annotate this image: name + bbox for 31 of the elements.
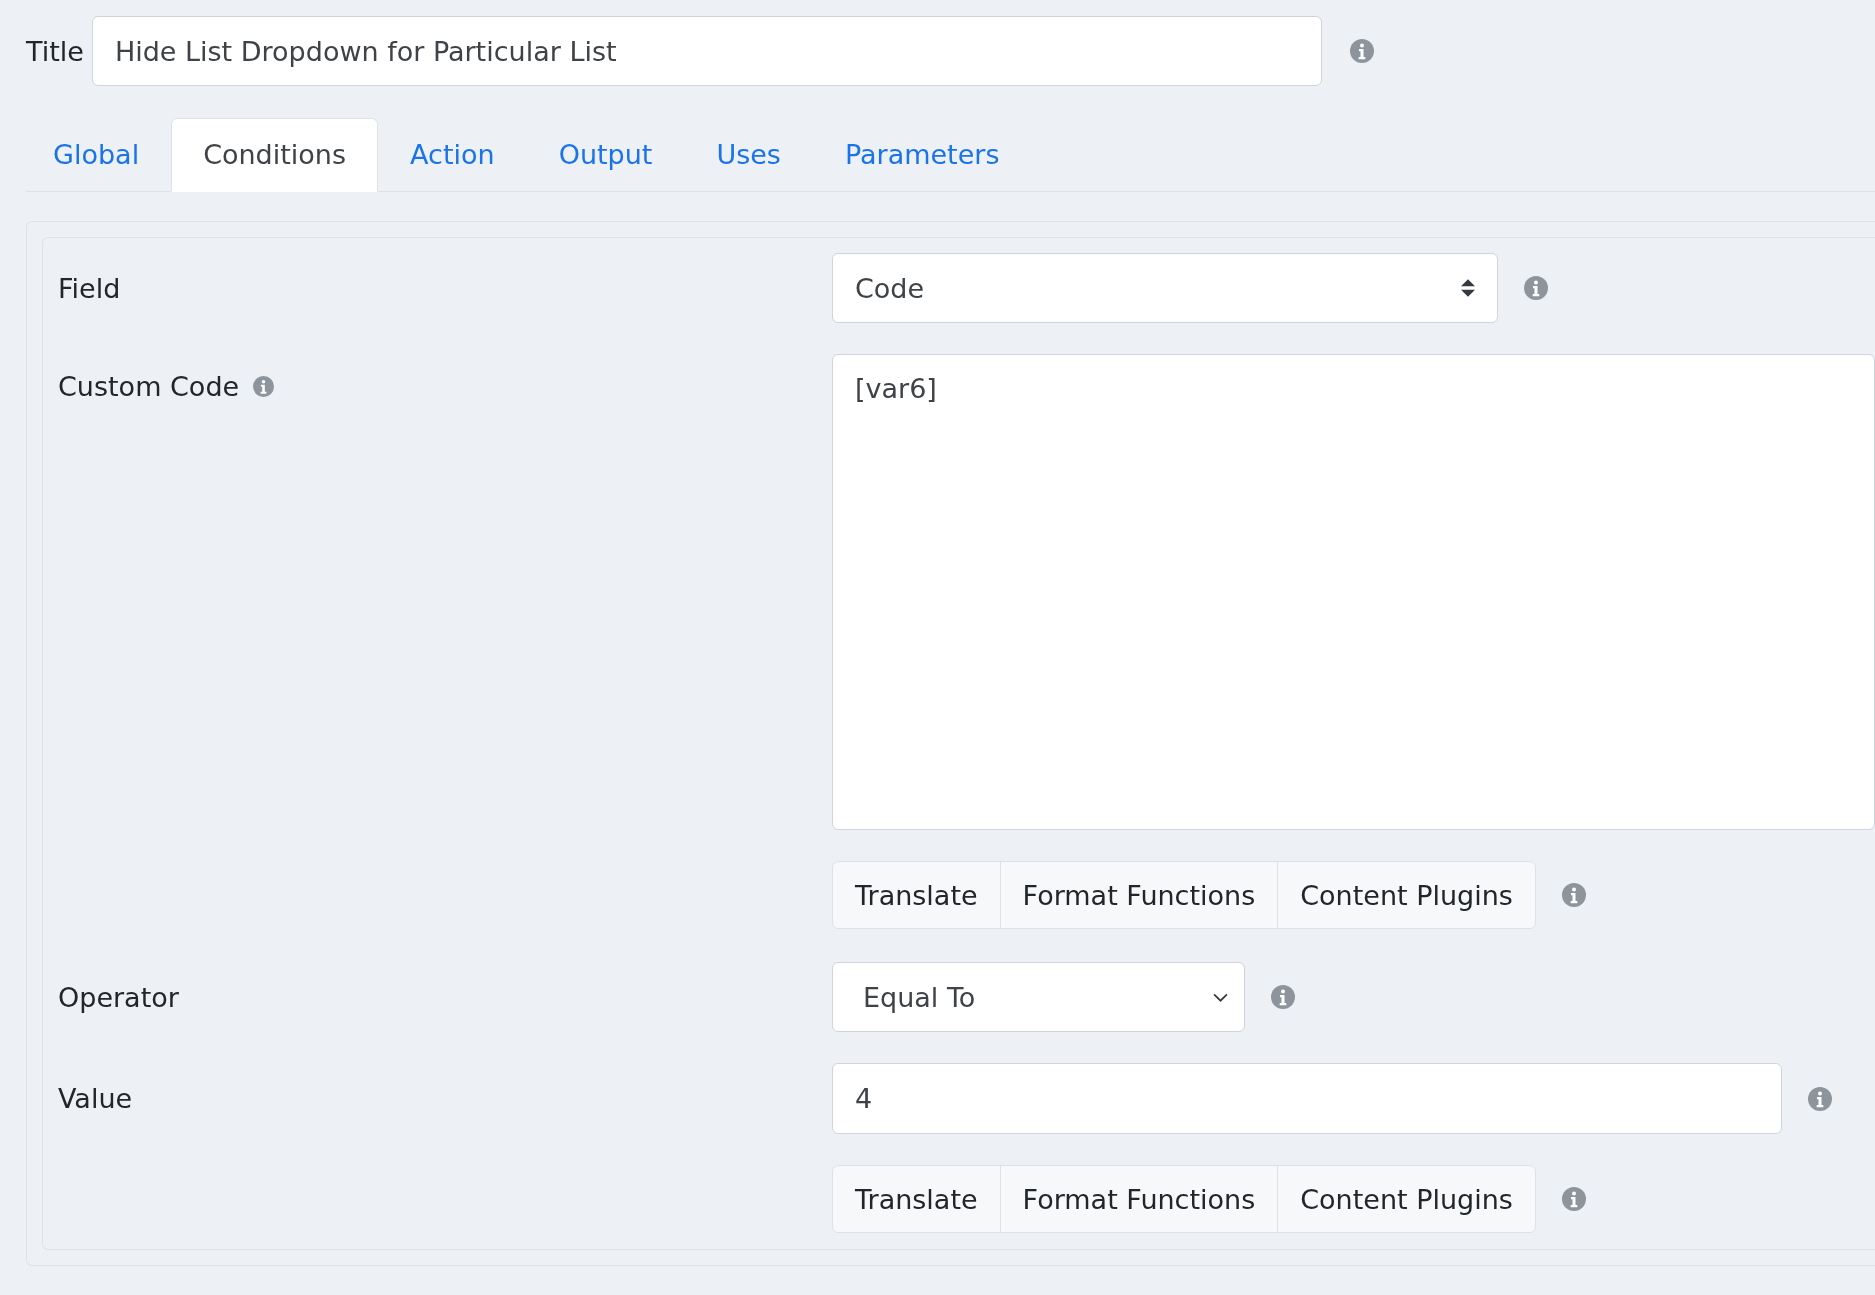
toolbar-button[interactable]: Translate bbox=[832, 1165, 1001, 1233]
info-icon[interactable] bbox=[1808, 1086, 1832, 1111]
field-label: Operator bbox=[58, 981, 179, 1013]
tab[interactable]: Conditions bbox=[171, 118, 379, 192]
toolbar-button[interactable]: Format Functions bbox=[999, 1165, 1279, 1233]
tab[interactable]: Parameters bbox=[812, 118, 1032, 192]
tab[interactable]: Output bbox=[526, 118, 685, 192]
tab[interactable]: Action bbox=[378, 118, 527, 192]
info-icon[interactable] bbox=[1561, 883, 1586, 907]
toolbar-button[interactable]: Content Plugins bbox=[1277, 1165, 1536, 1233]
title-label: Title bbox=[26, 35, 84, 67]
field-label: Custom Code bbox=[58, 370, 240, 402]
field-label: Value bbox=[58, 1082, 133, 1114]
chevron-down-icon bbox=[1213, 992, 1228, 1002]
value-field[interactable]: 4 bbox=[832, 1063, 1782, 1134]
toolbar-button[interactable]: Format Functions bbox=[999, 861, 1279, 929]
field-select[interactable]: Code bbox=[832, 253, 1498, 323]
code-editor[interactable]: [var6] bbox=[832, 354, 1875, 830]
sort-arrows-icon bbox=[1461, 279, 1475, 297]
info-icon[interactable] bbox=[1271, 985, 1295, 1009]
operator-select[interactable]: Equal To bbox=[832, 962, 1245, 1032]
tab[interactable]: Global bbox=[21, 118, 172, 192]
info-icon[interactable] bbox=[253, 375, 275, 397]
tab[interactable]: Uses bbox=[684, 118, 813, 192]
info-icon[interactable] bbox=[1349, 39, 1374, 63]
field-label: Field bbox=[58, 272, 121, 304]
info-icon[interactable] bbox=[1561, 1187, 1586, 1211]
info-icon[interactable] bbox=[1524, 276, 1548, 300]
toolbar-button[interactable]: Translate bbox=[832, 861, 1001, 929]
toolbar-button[interactable]: Content Plugins bbox=[1277, 861, 1536, 929]
title-field[interactable]: Hide List Dropdown for Particular List bbox=[91, 16, 1322, 86]
